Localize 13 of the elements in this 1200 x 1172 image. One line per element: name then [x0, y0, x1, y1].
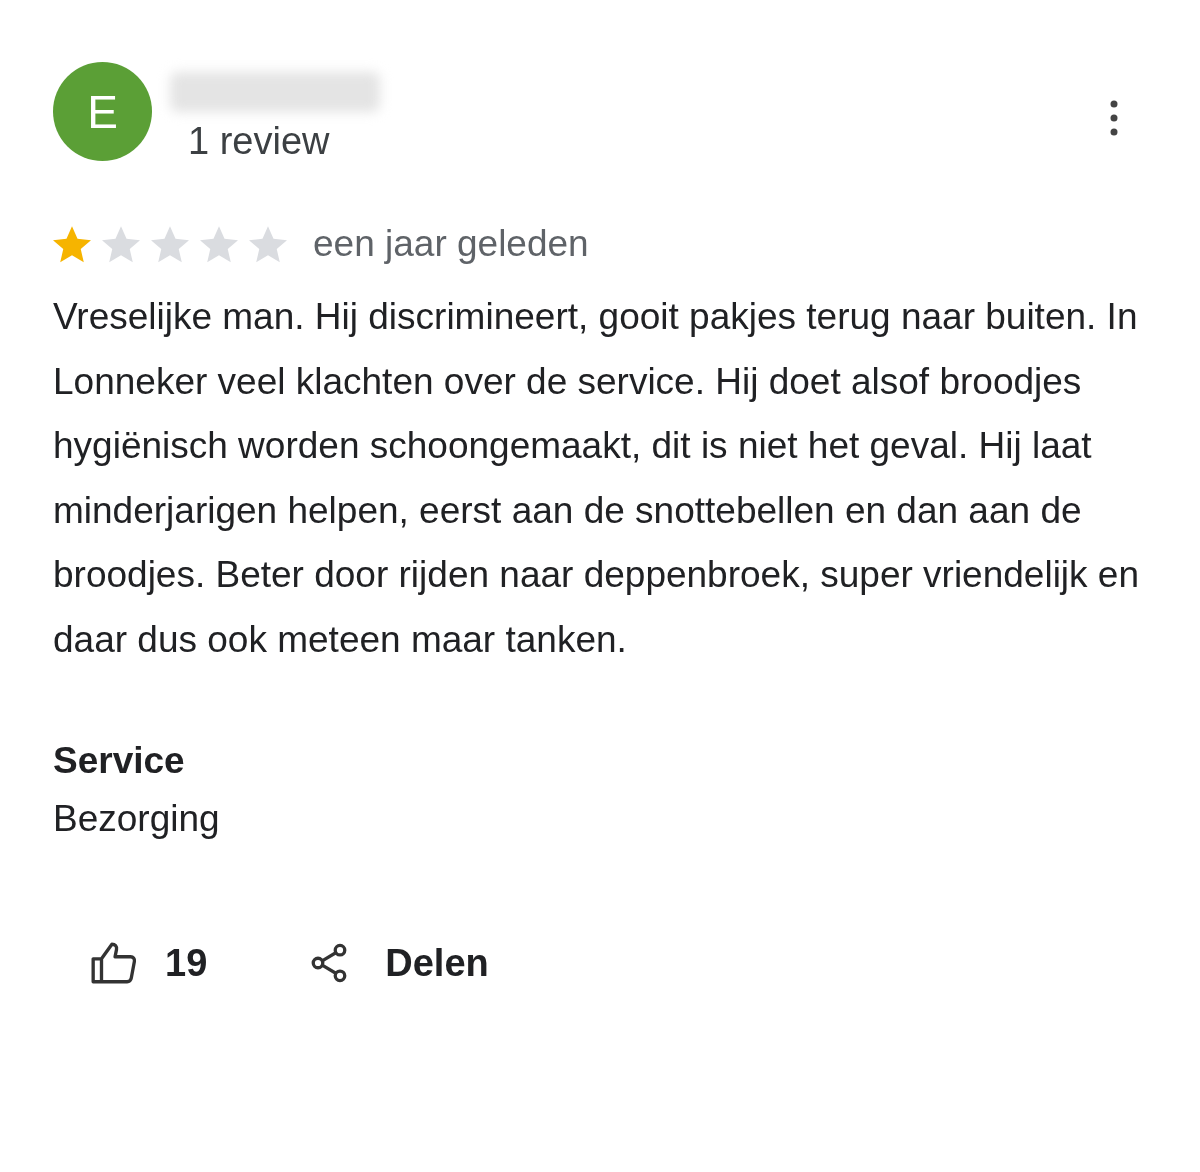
star-icon: [53, 225, 91, 263]
share-button[interactable]: Delen: [307, 938, 489, 988]
attribute-label: Service: [53, 739, 186, 783]
review-text: Vreselijke man. Hij discrimineert, gooit pakjes terug naar buiten. In Lonneker veel klachten over de service. Hij doet alsof broodjes hygiënisch worden schoongemaakt, dit is niet het geval. Hij laat minderjarigen helpen, eerst aan de snottebellen en dan aan de broodjes. Beter door rijden naar deppenbroek, super vriendelijk en daar dus ook meteen maar tanken.: [53, 295, 1140, 662]
like-button[interactable]: 19: [89, 938, 208, 988]
star-icon: [151, 225, 189, 263]
star-icon: [249, 225, 287, 263]
review-time: een jaar geleden: [313, 223, 589, 265]
attribute-value: Bezorging: [53, 797, 221, 841]
more-icon[interactable]: [1109, 100, 1119, 136]
star-icon: [102, 225, 140, 263]
review-count: 1 review: [188, 120, 331, 163]
star-icon: [200, 225, 238, 263]
